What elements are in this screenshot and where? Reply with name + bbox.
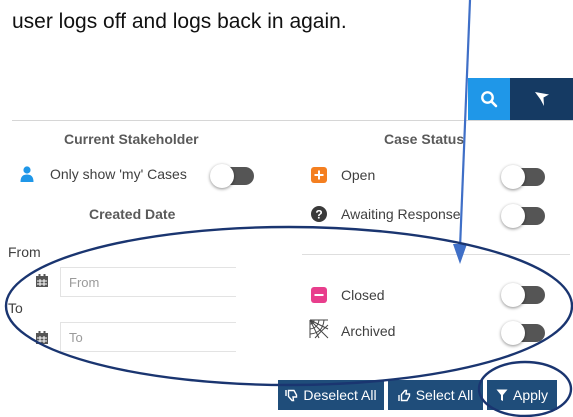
select-all-button[interactable]: Select All <box>388 380 483 410</box>
user-icon <box>20 166 34 187</box>
annotation-overlay <box>4 0 573 417</box>
svg-text:?: ? <box>315 207 322 221</box>
minus-square-icon <box>311 287 327 303</box>
thumbs-up-icon <box>398 389 410 401</box>
current-stakeholder-header: Current Stakeholder <box>64 131 199 147</box>
toggle-knob <box>501 165 525 189</box>
cobweb-icon <box>309 319 329 344</box>
toggle-knob <box>501 321 525 345</box>
calendar-icon <box>36 331 48 349</box>
created-date-header: Created Date <box>89 206 176 222</box>
deselect-all-button[interactable]: Deselect All <box>278 380 384 410</box>
filter-icon <box>496 389 508 401</box>
status-awaiting-toggle[interactable] <box>501 204 545 228</box>
plus-square-icon <box>311 167 327 183</box>
toggle-knob <box>501 204 525 228</box>
status-divider <box>302 254 570 255</box>
only-my-cases-toggle[interactable] <box>210 164 254 188</box>
status-open-toggle[interactable] <box>501 165 545 189</box>
status-archived-label: Archived <box>341 323 396 339</box>
status-archived-toggle[interactable] <box>501 321 545 345</box>
apply-label: Apply <box>512 387 549 403</box>
filter-icon <box>534 92 549 106</box>
to-label: To <box>8 300 23 316</box>
question-circle-icon: ? <box>311 206 327 227</box>
from-label: From <box>8 244 41 260</box>
from-date-input[interactable] <box>60 267 236 297</box>
thumbs-down-icon <box>285 389 298 401</box>
calendar-icon <box>36 274 48 292</box>
toggle-knob <box>210 164 234 188</box>
to-date-input[interactable] <box>60 322 236 352</box>
toggle-knob <box>501 283 525 307</box>
status-closed-toggle[interactable] <box>501 283 545 307</box>
panel-top-border <box>12 120 573 121</box>
annotation-arrow-line <box>458 0 472 249</box>
status-awaiting-label: Awaiting Response <box>341 206 461 222</box>
filter-toggle-button[interactable] <box>510 78 573 120</box>
only-my-cases-label: Only show 'my' Cases <box>50 166 187 182</box>
status-open-label: Open <box>341 167 376 183</box>
select-all-label: Select All <box>415 387 474 403</box>
annotation-ellipse-filters <box>4 225 573 387</box>
case-status-header: Case Status <box>384 131 465 147</box>
search-button[interactable] <box>468 78 510 120</box>
search-icon <box>481 91 498 108</box>
status-closed-label: Closed <box>341 287 385 303</box>
caption-text: user logs off and logs back in again. <box>12 10 347 33</box>
apply-button[interactable]: Apply <box>487 380 557 410</box>
deselect-all-label: Deselect All <box>303 387 377 403</box>
